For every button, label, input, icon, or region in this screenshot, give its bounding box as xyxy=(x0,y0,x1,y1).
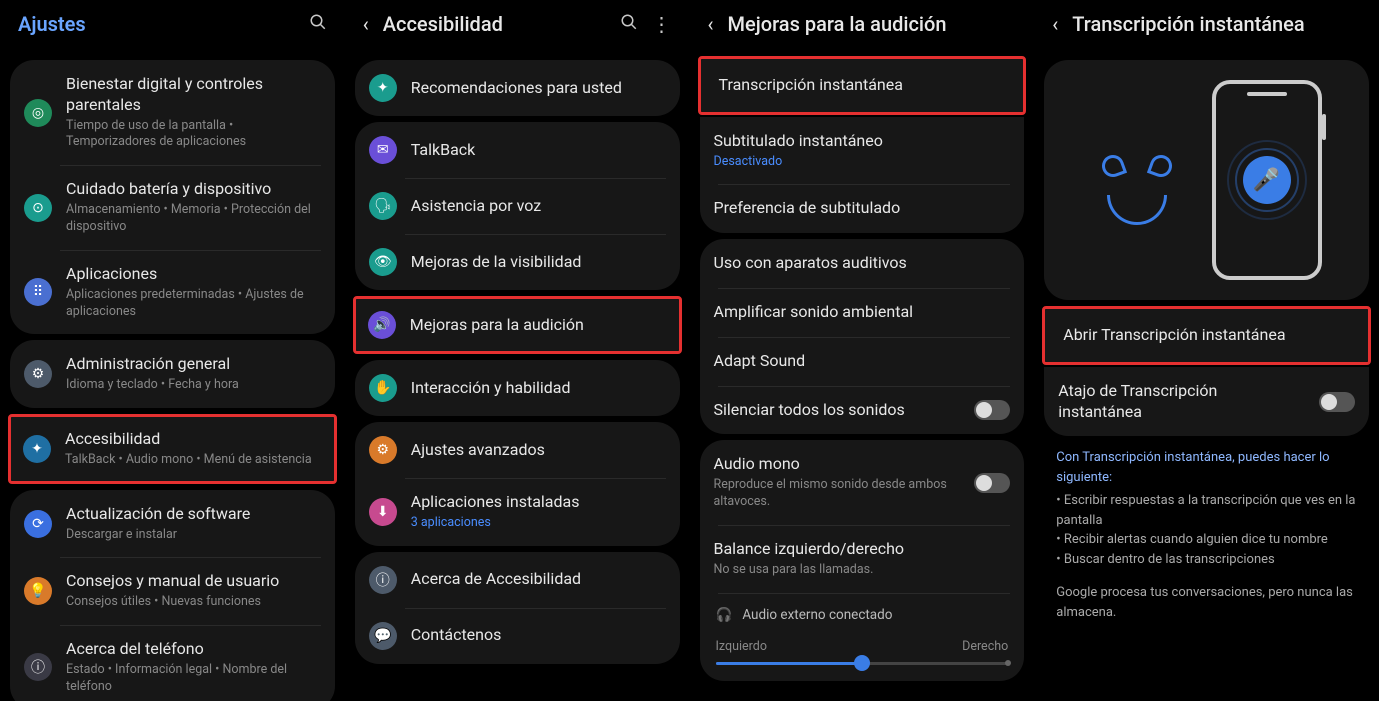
item-shortcut[interactable]: Atajo de Transcripción instantánea xyxy=(1044,367,1369,437)
item-avanzados[interactable]: ⚙Ajustes avanzados xyxy=(355,422,680,478)
panel-accesibilidad: ‹ Accesibilidad ⋮ ✦ Recomendaciones para… xyxy=(345,0,690,701)
item-mono[interactable]: Audio monoReproduce el mismo sonido desd… xyxy=(700,440,1025,525)
apps-icon: ⠿ xyxy=(24,278,52,306)
highlight-audicion: 🔊Mejoras para la audición xyxy=(353,296,682,354)
header: ‹ Mejoras para la audición xyxy=(694,0,1031,54)
phone-icon: 🎤 xyxy=(1212,80,1322,280)
more-icon[interactable]: ⋮ xyxy=(652,12,672,36)
mic-icon: 🎤 xyxy=(1243,156,1291,204)
hearing-icon: 🔊 xyxy=(368,311,396,339)
item-about[interactable]: ⓘ Acerca del teléfonoEstado • Informació… xyxy=(10,625,335,701)
item-adapt[interactable]: Adapt Sound xyxy=(700,337,1025,386)
item-transcripcion[interactable]: Transcripción instantánea xyxy=(701,59,1024,112)
item-amplificar[interactable]: Amplificar sonido ambiental xyxy=(700,288,1025,337)
update-icon: ⟳ xyxy=(24,510,52,538)
item-bienestar[interactable]: ◎ Bienestar digital y controles parental… xyxy=(10,60,335,165)
header: Ajustes xyxy=(4,0,341,54)
item-bateria[interactable]: ⊙ Cuidado batería y dispositivoAlmacenam… xyxy=(10,165,335,250)
talkback-icon: ✉ xyxy=(369,136,397,164)
section-external: 🎧Audio externo conectado xyxy=(700,593,1025,629)
highlight-transcripcion: Transcripción instantánea xyxy=(698,56,1027,115)
tips-icon: 💡 xyxy=(24,577,52,605)
item-acerca[interactable]: ⓘAcerca de Accesibilidad xyxy=(355,552,680,608)
page-title: Transcripción instantánea xyxy=(1072,12,1361,36)
back-icon[interactable]: ‹ xyxy=(1052,12,1058,36)
item-aparatos[interactable]: Uso con aparatos auditivos xyxy=(700,239,1025,288)
item-reco[interactable]: ✦ Recomendaciones para usted xyxy=(355,60,680,116)
panel-ajustes: Ajustes ◎ Bienestar digital y controles … xyxy=(0,0,345,701)
item-instaladas[interactable]: ⬇Aplicaciones instaladas3 aplicaciones xyxy=(355,478,680,546)
info-icon: ⓘ xyxy=(369,566,397,594)
item-accesibilidad[interactable]: ✦ AccesibilidadTalkBack • Audio mono • M… xyxy=(11,417,334,481)
item-apps[interactable]: ⠿ AplicacionesAplicaciones predeterminad… xyxy=(10,250,335,335)
search-icon[interactable] xyxy=(309,13,327,36)
page-title: Mejoras para la audición xyxy=(728,12,1017,36)
item-silenciar[interactable]: Silenciar todos los sonidos xyxy=(700,386,1025,435)
gear-icon: ⚙ xyxy=(369,436,397,464)
item-audicion[interactable]: 🔊Mejoras para la audición xyxy=(356,299,679,351)
highlight-open: Abrir Transcripción instantánea xyxy=(1042,306,1371,365)
header: ‹ Accesibilidad ⋮ xyxy=(349,0,686,54)
interaction-icon: ✋ xyxy=(369,374,397,402)
highlight-accesibilidad: ✦ AccesibilidadTalkBack • Audio mono • M… xyxy=(8,414,337,484)
item-subtitulado[interactable]: Subtitulado instantáneoDesactivado xyxy=(700,117,1025,185)
item-open-transcription[interactable]: Abrir Transcripción instantánea xyxy=(1045,309,1368,362)
item-pref-sub[interactable]: Preferencia de subtitulado xyxy=(700,184,1025,233)
walk-icon: ✦ xyxy=(369,74,397,102)
panel-transcripcion: ‹ Transcripción instantánea 🎤 Abrir Tran… xyxy=(1034,0,1379,701)
toggle-shortcut[interactable] xyxy=(1319,392,1355,412)
headphones-icon: 🎧 xyxy=(716,607,733,623)
back-icon[interactable]: ‹ xyxy=(708,12,714,36)
page-title: Ajustes xyxy=(18,12,295,36)
illustration: 🎤 xyxy=(1044,60,1369,300)
settings-icon: ⚙ xyxy=(24,360,52,388)
chat-icon: 💬 xyxy=(369,622,397,650)
panel-audicion: ‹ Mejoras para la audición Transcripción… xyxy=(690,0,1035,701)
group-1: ◎ Bienestar digital y controles parental… xyxy=(10,60,335,334)
item-update[interactable]: ⟳ Actualización de softwareDescargar e i… xyxy=(10,490,335,558)
search-icon[interactable] xyxy=(620,13,638,36)
wellbeing-icon: ◎ xyxy=(24,99,52,127)
toggle-mute[interactable] xyxy=(974,400,1010,420)
download-icon: ⬇ xyxy=(369,498,397,526)
battery-icon: ⊙ xyxy=(24,194,52,222)
item-balance: Balance izquierdo/derechoNo se usa para … xyxy=(700,525,1025,593)
toggle-mono[interactable] xyxy=(974,473,1010,493)
item-tips[interactable]: 💡 Consejos y manual de usuarioConsejos ú… xyxy=(10,557,335,625)
accessibility-icon: ✦ xyxy=(23,435,51,463)
face-icon xyxy=(1092,125,1182,235)
item-voz[interactable]: 🗣Asistencia por voz xyxy=(355,178,680,234)
page-title: Accesibilidad xyxy=(383,12,606,36)
info-icon: ⓘ xyxy=(24,653,52,681)
description: Con Transcripción instantánea, puedes ha… xyxy=(1038,442,1375,628)
group-2: ⚙ Administración generalIdioma y teclado… xyxy=(10,340,335,408)
item-admin[interactable]: ⚙ Administración generalIdioma y teclado… xyxy=(10,340,335,408)
group-3: ⟳ Actualización de softwareDescargar e i… xyxy=(10,490,335,701)
item-visibilidad[interactable]: 👁Mejoras de la visibilidad xyxy=(355,234,680,290)
back-icon[interactable]: ‹ xyxy=(363,12,369,36)
item-interaccion[interactable]: ✋Interacción y habilidad xyxy=(355,360,680,416)
header: ‹ Transcripción instantánea xyxy=(1038,0,1375,54)
visibility-icon: 👁 xyxy=(369,248,397,276)
voice-icon: 🗣 xyxy=(369,192,397,220)
item-talkback[interactable]: ✉TalkBack xyxy=(355,122,680,178)
item-contacto[interactable]: 💬Contáctenos xyxy=(355,608,680,664)
balance-slider[interactable]: IzquierdoDerecho xyxy=(700,629,1025,681)
